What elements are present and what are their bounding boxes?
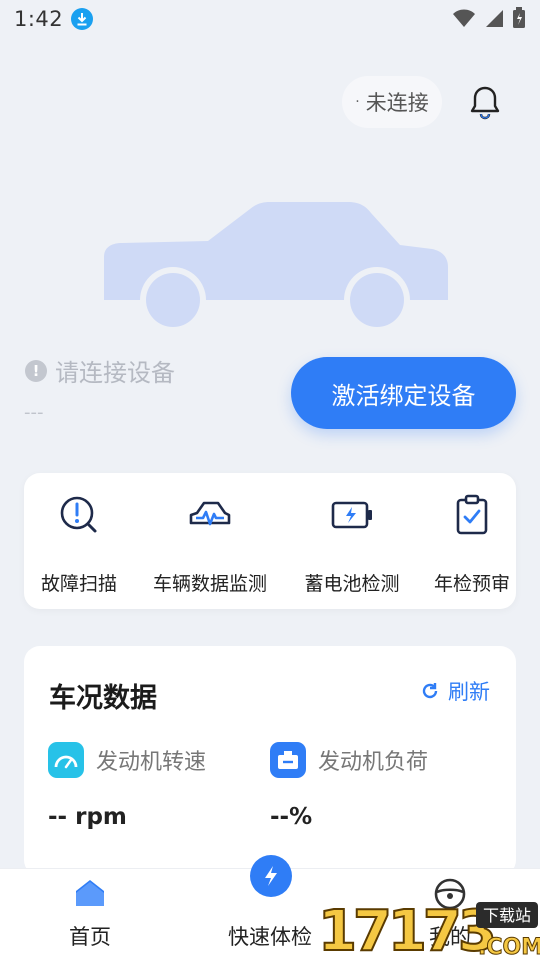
fault-scan-icon xyxy=(60,496,97,533)
vehicle-condition-card: 车况数据 刷新 发动机转速 发动机负荷 -- rpm --% xyxy=(24,646,516,876)
speedometer-icon xyxy=(48,742,84,778)
status-bar: 1:42 xyxy=(0,0,540,38)
metric-label: 发动机负荷 xyxy=(318,750,429,775)
device-info-placeholder: --- xyxy=(24,402,44,423)
status-time: 1:42 xyxy=(14,7,64,31)
tool-label: 蓄电池检测 xyxy=(304,573,400,595)
battery-icon xyxy=(513,7,525,28)
watermark-number: 17173 xyxy=(318,899,493,960)
tool-label: 车辆数据监测 xyxy=(152,573,267,595)
metric-value-load: --% xyxy=(270,804,313,830)
section-title: 车况数据 xyxy=(49,683,157,714)
warning-icon: ! xyxy=(25,359,47,382)
watermark-domain: .COM xyxy=(478,935,540,960)
signal-icon xyxy=(486,10,503,27)
metric-engine-rpm: 发动机转速 xyxy=(48,742,206,778)
nav-home[interactable]: 首页 xyxy=(0,869,180,960)
bell-icon[interactable] xyxy=(466,84,504,122)
warning-text: 请连接设备 xyxy=(55,359,175,387)
tool-annual-inspection[interactable]: 年检预审 xyxy=(428,493,516,596)
refresh-button[interactable]: 刷新 xyxy=(420,676,490,706)
lightning-icon xyxy=(265,866,277,886)
engine-load-icon xyxy=(270,742,306,778)
metric-label: 发动机转速 xyxy=(96,750,207,775)
tool-battery-check[interactable]: 蓄电池检测 xyxy=(296,493,408,596)
refresh-label: 刷新 xyxy=(448,680,490,704)
activate-bind-device-button[interactable]: 激活绑定设备 xyxy=(291,357,516,429)
tool-label: 故障扫描 xyxy=(40,573,117,595)
car-illustration xyxy=(104,202,448,333)
tool-vehicle-monitor[interactable]: 车辆数据监测 xyxy=(146,493,274,596)
download-icon xyxy=(71,8,94,30)
watermark-site: 下载站 xyxy=(483,906,531,925)
nav-label: 首页 xyxy=(69,925,111,949)
tools-card: 故障扫描 车辆数据监测 蓄电池检测 年检预审 xyxy=(24,473,516,609)
watermark-logo: 17173 下载站 .COM xyxy=(317,898,540,960)
metric-engine-load: 发动机负荷 xyxy=(270,742,428,778)
metric-value-rpm: -- rpm xyxy=(48,804,127,830)
battery-check-icon xyxy=(331,501,372,529)
wifi-icon xyxy=(453,9,475,27)
status-icons xyxy=(452,7,526,29)
connection-status-text: 未连接 xyxy=(365,91,429,115)
quick-check-fab[interactable] xyxy=(250,855,292,897)
connection-status-pill[interactable]: · 未连接 xyxy=(342,76,442,128)
inspection-clipboard-icon xyxy=(456,494,488,535)
tool-fault-scan[interactable]: 故障扫描 xyxy=(26,493,132,596)
connect-warning: ! 请连接设备 xyxy=(25,353,175,388)
vehicle-monitor-icon xyxy=(189,501,231,526)
refresh-icon xyxy=(422,683,438,699)
status-dot: · xyxy=(355,94,360,110)
home-icon xyxy=(76,880,104,906)
tool-label: 年检预审 xyxy=(433,573,510,595)
